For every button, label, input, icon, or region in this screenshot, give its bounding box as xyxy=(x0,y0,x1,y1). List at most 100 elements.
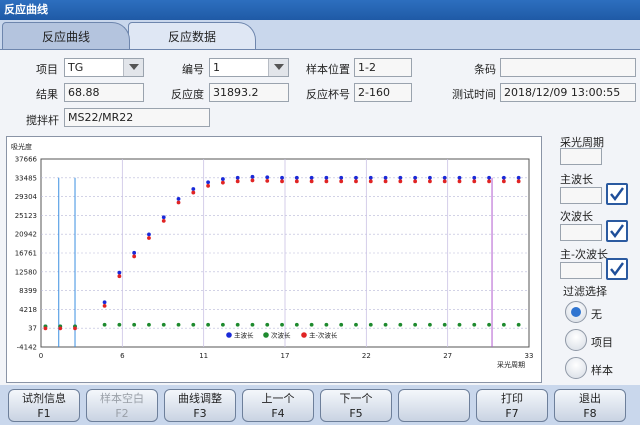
data-point xyxy=(132,250,137,255)
diff-wavelength-checkbox[interactable] xyxy=(606,258,628,280)
result-field: 68.88 xyxy=(64,83,144,102)
data-point xyxy=(294,179,299,184)
data-point xyxy=(413,175,418,180)
data-point xyxy=(457,179,462,184)
chevron-down-icon[interactable] xyxy=(123,59,143,76)
data-point xyxy=(206,322,211,327)
barcode-label: 条码 xyxy=(474,63,496,76)
period-field[interactable] xyxy=(560,148,602,165)
data-point xyxy=(73,326,77,331)
data-point xyxy=(235,322,240,327)
y-tick-label: 33485 xyxy=(15,174,37,182)
y-tick-label: 8399 xyxy=(19,287,37,295)
filter-radio-item[interactable] xyxy=(565,329,587,351)
chevron-down-icon[interactable] xyxy=(268,59,288,76)
x-tick-label: 22 xyxy=(362,352,371,360)
curve-adjust-button[interactable]: 曲线调整 F3 xyxy=(164,389,236,422)
number-label: 编号 xyxy=(182,63,204,76)
data-point xyxy=(516,179,521,184)
print-button[interactable]: 打印 F7 xyxy=(476,389,548,422)
data-point xyxy=(383,179,388,184)
data-point xyxy=(176,196,181,201)
y-tick-label: 20942 xyxy=(15,231,37,239)
data-point xyxy=(354,322,358,327)
data-point xyxy=(265,322,270,327)
data-point xyxy=(516,322,521,327)
data-point xyxy=(206,180,211,185)
data-point xyxy=(280,179,284,184)
main-panel: 项目 TG 编号 1 样本位置 1-2 条码 结果 68.88 反应度 3189… xyxy=(0,49,640,385)
tab-reaction-curve[interactable]: 反应曲线 xyxy=(2,22,130,50)
data-point xyxy=(354,175,358,180)
data-point xyxy=(265,175,270,180)
data-point xyxy=(442,322,447,327)
data-point xyxy=(235,179,240,184)
main-wavelength-checkbox[interactable] xyxy=(606,183,628,205)
data-point xyxy=(43,326,48,331)
filter-label: 过滤选择 xyxy=(563,285,607,298)
data-point xyxy=(457,175,462,180)
number-value: 1 xyxy=(213,61,220,74)
x-axis-title: 采光周期 xyxy=(497,360,525,369)
test-time-label: 测试时间 xyxy=(452,88,496,101)
data-point xyxy=(117,274,122,279)
stirrer-label: 搅拌杆 xyxy=(26,114,59,127)
number-select[interactable]: 1 xyxy=(209,58,289,77)
reagent-info-button[interactable]: 试剂信息 F1 xyxy=(8,389,80,422)
data-point xyxy=(161,322,166,327)
data-point xyxy=(368,322,373,327)
data-point xyxy=(516,175,521,180)
stirrer-field: MS22/MR22 xyxy=(64,108,210,127)
data-point xyxy=(294,322,299,327)
y-tick-label: 37 xyxy=(28,325,37,333)
data-point xyxy=(472,322,477,327)
data-point xyxy=(176,322,181,327)
legend-marker xyxy=(263,332,269,338)
sub-wavelength-field[interactable] xyxy=(560,224,602,241)
data-point xyxy=(250,174,255,179)
legend-label: 主-次波长 xyxy=(309,331,338,340)
data-point xyxy=(368,179,373,184)
tab-bar: 反应数据 反应曲线 xyxy=(0,22,640,50)
y-tick-label: 25123 xyxy=(15,212,37,220)
next-button[interactable]: 下一个 F5 xyxy=(320,389,392,422)
data-point xyxy=(309,175,314,180)
data-point xyxy=(368,175,373,180)
checkmark-icon xyxy=(610,187,624,201)
data-point xyxy=(413,322,418,327)
sample-position-label: 样本位置 xyxy=(306,63,350,76)
data-point xyxy=(220,177,225,181)
data-point xyxy=(250,178,255,183)
blank-function-button[interactable] xyxy=(398,389,470,422)
x-tick-label: 17 xyxy=(281,352,290,360)
data-point xyxy=(102,303,107,308)
sample-blank-button[interactable]: 样本空白 F2 xyxy=(86,389,158,422)
sub-wavelength-checkbox[interactable] xyxy=(606,220,628,242)
data-point xyxy=(457,322,462,327)
y-tick-label: 4218 xyxy=(19,306,37,314)
data-point xyxy=(191,190,196,195)
item-select[interactable]: TG xyxy=(64,58,144,77)
data-point xyxy=(339,179,344,184)
data-point xyxy=(501,322,506,327)
diff-wavelength-field[interactable] xyxy=(560,262,602,279)
exit-button[interactable]: 退出 F8 xyxy=(554,389,626,422)
data-point xyxy=(324,179,329,184)
main-wavelength-field[interactable] xyxy=(560,187,602,204)
y-axis-title: 吸光度 xyxy=(11,142,32,151)
item-label: 项目 xyxy=(36,63,58,76)
data-point xyxy=(398,322,403,327)
previous-button[interactable]: 上一个 F4 xyxy=(242,389,314,422)
data-point xyxy=(191,187,196,191)
tab-reaction-data[interactable]: 反应数据 xyxy=(128,22,256,50)
filter-radio-sample[interactable] xyxy=(565,357,587,379)
item-value: TG xyxy=(68,61,84,74)
data-point xyxy=(132,254,137,259)
sub-wavelength-label: 次波长 xyxy=(560,210,593,223)
filter-radio-none[interactable] xyxy=(565,301,587,323)
checkmark-icon xyxy=(610,224,624,238)
main-wavelength-label: 主波长 xyxy=(560,173,593,186)
filter-option-none: 无 xyxy=(591,308,602,321)
data-point xyxy=(102,322,107,327)
data-point xyxy=(58,326,63,331)
